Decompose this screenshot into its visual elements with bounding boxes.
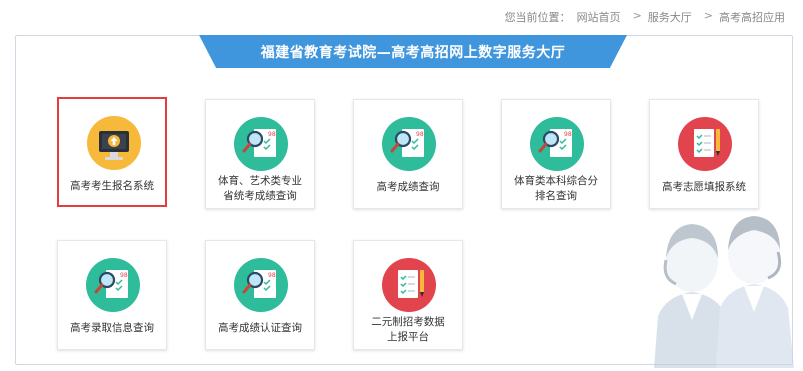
service-label: 二元制招考数据 上报平台 (371, 316, 445, 343)
breadcrumb-service-hall-link[interactable]: 服务大厅 (648, 9, 692, 25)
svg-text:98: 98 (268, 272, 276, 279)
service-tile-dual-system-data[interactable]: 二元制招考数据 上报平台 (353, 240, 463, 350)
service-tile-gaokao-score[interactable]: 98 高考成绩查询 (353, 99, 463, 209)
breadcrumb-home-link[interactable]: 网站首页 (577, 9, 621, 25)
score-search-icon: 98 (530, 117, 584, 171)
breadcrumb-separator: > (703, 9, 713, 22)
service-tile-volunteer-filling[interactable]: 高考志愿填报系统 (649, 99, 759, 209)
svg-text:98: 98 (268, 131, 276, 138)
service-label: 高考成绩认证查询 (218, 322, 302, 334)
score-search-icon: 98 (86, 258, 140, 312)
checklist-pencil-icon (382, 258, 436, 312)
breadcrumb-prefix: 您当前位置： (504, 11, 571, 24)
service-label: 高考录取信息查询 (70, 322, 154, 334)
service-label: 高考成绩查询 (376, 181, 440, 193)
breadcrumb-separator: > (632, 9, 642, 22)
checklist-pencil-icon (678, 117, 732, 171)
service-label: 体育类本科综合分 排名查询 (514, 175, 598, 202)
svg-text:98: 98 (120, 272, 128, 279)
breadcrumb: 您当前位置： 网站首页 > 服务大厅 > 高考高招应用 (505, 9, 785, 25)
svg-text:98: 98 (564, 131, 572, 138)
score-search-icon: 98 (382, 117, 436, 171)
score-search-icon: 98 (234, 117, 288, 171)
service-label: 高考志愿填报系统 (662, 181, 746, 193)
service-tile-registration[interactable]: 高考考生报名系统 (57, 97, 167, 207)
score-search-icon: 98 (234, 258, 288, 312)
svg-text:98: 98 (416, 131, 424, 138)
computer-upload-icon (87, 116, 141, 170)
service-tile-admission-info[interactable]: 98 高考录取信息查询 (57, 240, 167, 350)
service-tile-score-certification[interactable]: 98 高考成绩认证查询 (205, 240, 315, 350)
service-tile-arts-sports-score[interactable]: 98 体育、艺术类专业 省统考成绩查询 (205, 99, 315, 209)
customer-service-agents-illustration (654, 216, 794, 368)
breadcrumb-gaokao-apps-link[interactable]: 高考高招应用 (719, 9, 785, 25)
service-tile-sports-ranking[interactable]: 98 体育类本科综合分 排名查询 (501, 99, 611, 209)
page-title: 福建省教育考试院—高考高招网上数字服务大厅 (199, 35, 627, 68)
service-label: 高考考生报名系统 (70, 180, 154, 192)
service-label: 体育、艺术类专业 省统考成绩查询 (218, 175, 302, 202)
